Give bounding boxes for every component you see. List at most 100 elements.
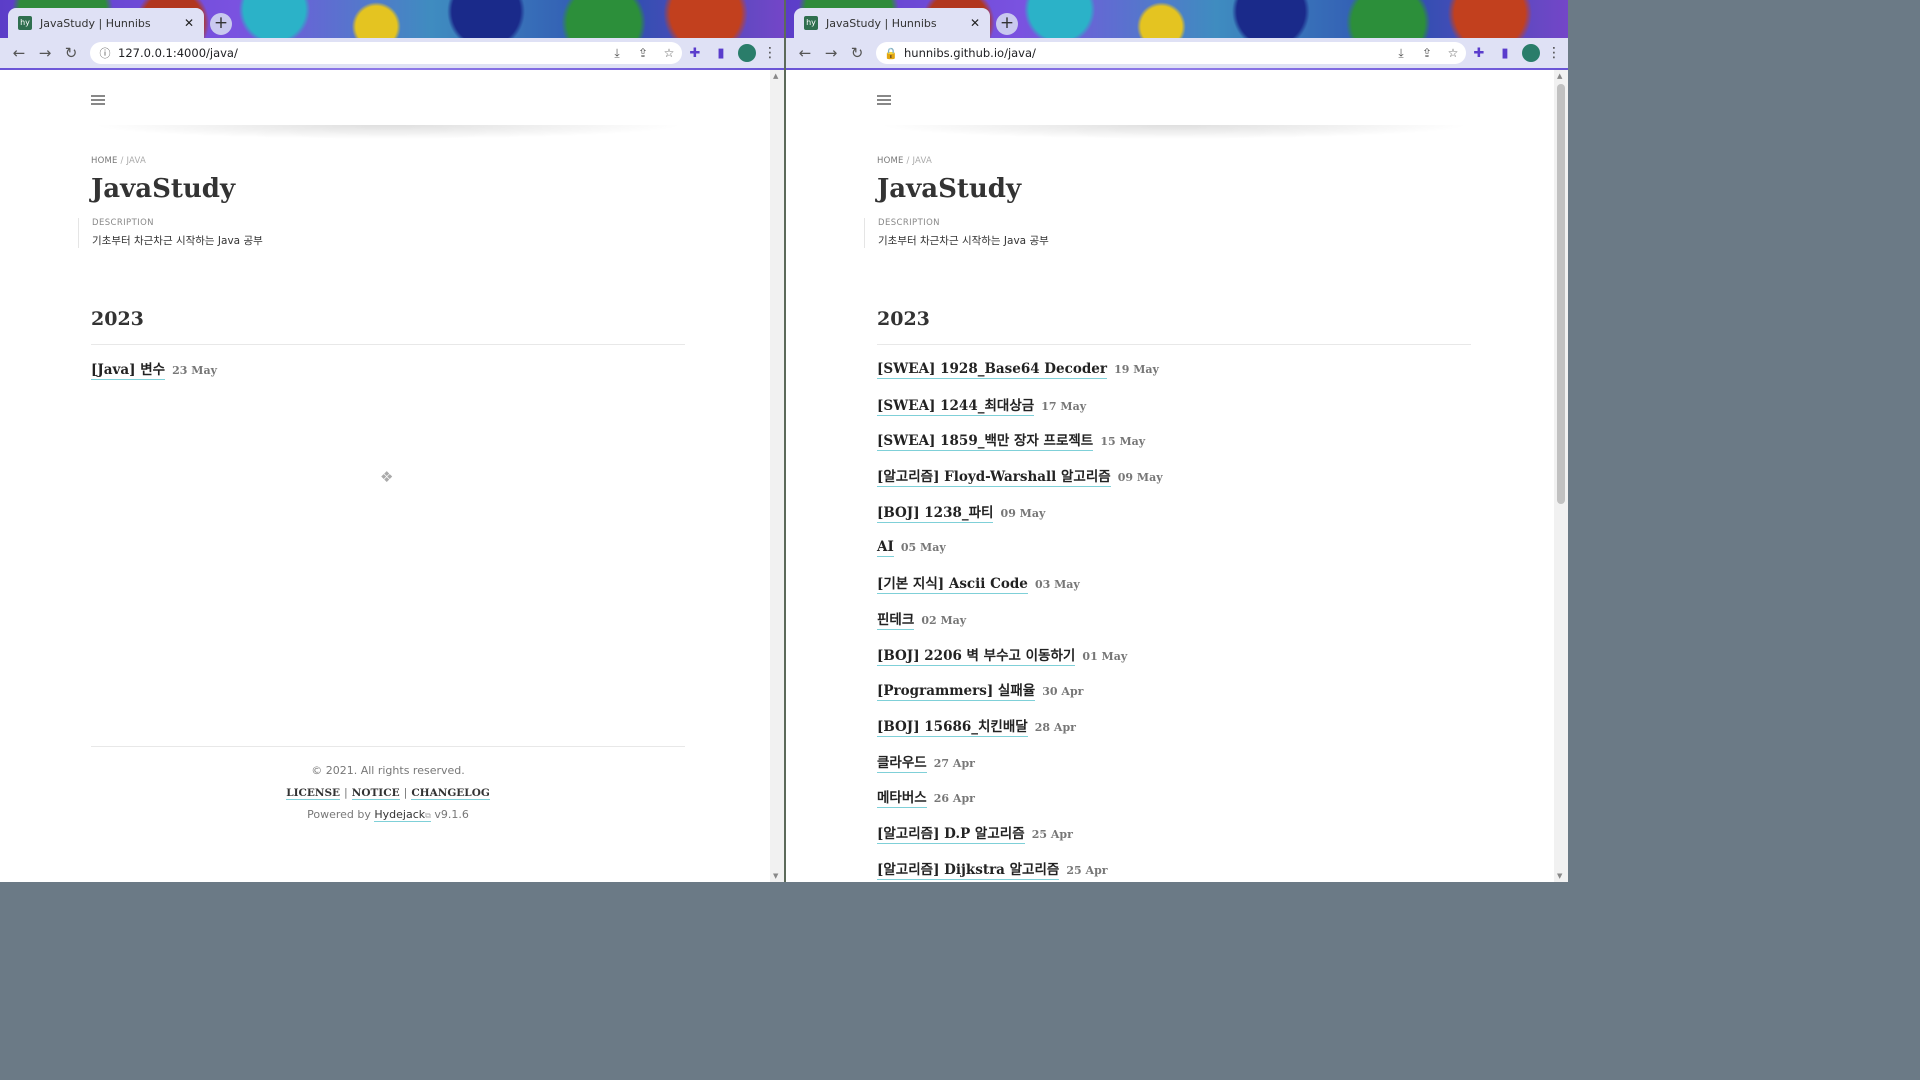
install-icon[interactable]: ⤓ [604,46,630,61]
extensions-icon[interactable]: ✚ [1466,46,1492,61]
license-link[interactable]: LICENSE [286,787,341,800]
post-link[interactable]: AI [877,539,894,558]
header-shadow [877,125,1471,139]
post-link[interactable]: [BOJ] 1238_파티 [877,504,994,523]
post-date: 30 Apr [1042,685,1084,699]
changelog-link[interactable]: CHANGELOG [411,787,490,800]
bookmark-star-icon[interactable]: ☆ [656,46,682,60]
site-info-icon[interactable]: ⓘ [98,45,112,61]
loading-icon: ❖ [380,468,394,486]
hydejack-link-text[interactable]: Hydejack [374,808,425,821]
close-tab-icon[interactable]: ✕ [966,16,984,30]
post-item: [Programmers] 실패율 30 Apr [877,679,1163,715]
install-icon[interactable]: ⤓ [1388,46,1414,61]
post-link[interactable]: [Java] 변수 [91,362,166,380]
back-icon[interactable]: ← [792,44,818,62]
post-item: 클라우드 27 Apr [877,751,1163,787]
breadcrumb-home[interactable]: HOME [877,156,904,166]
new-tab-button[interactable]: + [210,13,232,35]
breadcrumb-current: JAVA [912,156,932,166]
scroll-down-arrow-icon[interactable]: ▼ [1557,872,1562,880]
breadcrumb: HOME / JAVA [877,156,932,166]
post-link[interactable]: [SWEA] 1859_백만 장자 프로젝트 [877,433,1094,452]
post-link[interactable]: [BOJ] 2206 벽 부수고 이동하기 [877,647,1076,666]
reload-icon[interactable]: ↻ [58,44,84,62]
browser-toolbar: ← → ↻ 🔒 hunnibs.github.io/java/ ⤓ ⇪ ☆ ✚ … [786,38,1568,68]
page-scrollbar[interactable]: ▲ ▼ [1554,70,1568,882]
browser-menu-icon[interactable]: ⋮ [1544,45,1564,61]
post-link[interactable]: [알고리즘] Floyd-Warshall 알고리즘 [877,469,1111,488]
post-date: 15 May [1100,435,1146,449]
sidebar-icon[interactable]: ▮ [708,46,734,61]
post-link[interactable]: [알고리즘] Dijkstra 알고리즘 [877,861,1060,880]
forward-icon[interactable]: → [818,44,844,62]
new-tab-button[interactable]: + [996,13,1018,35]
post-link[interactable]: [Programmers] 실패율 [877,683,1036,702]
tab-title: JavaStudy | Hunnibs [40,16,151,30]
post-date: 25 Apr [1031,827,1073,841]
scroll-down-arrow-icon[interactable]: ▼ [773,872,778,880]
bookmark-star-icon[interactable]: ☆ [1440,46,1466,60]
browser-tab[interactable]: hy JavaStudy | Hunnibs ✕ [8,8,204,38]
scroll-up-arrow-icon[interactable]: ▲ [1557,72,1562,80]
description-label: DESCRIPTION [92,218,154,228]
page-content: HOME / JAVA JavaStudy DESCRIPTION 기초부터 차… [0,70,770,882]
page-scrollbar[interactable]: ▲ ▼ [770,70,784,882]
hydejack-link[interactable]: Hydejack⧉ [374,808,431,822]
share-icon[interactable]: ⇪ [1414,46,1440,60]
browser-menu-icon[interactable]: ⋮ [760,45,780,61]
title-bar: hy JavaStudy | Hunnibs ✕ + [0,0,784,38]
copyright-text: © 2021. All rights reserved. [311,764,465,777]
post-link[interactable]: [SWEA] 1244_최대상금 [877,397,1035,416]
post-item: [Java] 변수 23 May [91,358,217,394]
notice-link[interactable]: NOTICE [351,787,400,800]
tab-title: JavaStudy | Hunnibs [826,16,937,30]
breadcrumb: HOME / JAVA [91,156,146,166]
share-icon[interactable]: ⇪ [630,46,656,60]
footer-links: LICENSE | NOTICE | CHANGELOG [91,786,685,800]
version-text: v9.1.6 [434,808,469,821]
scroll-up-arrow-icon[interactable]: ▲ [773,72,778,80]
external-link-icon: ⧉ [425,811,431,820]
post-link[interactable]: [알고리즘] D.P 알고리즘 [877,825,1025,844]
post-item: 메타버스 26 Apr [877,786,1163,822]
post-link[interactable]: 핀테크 [877,611,915,630]
hamburger-menu-icon[interactable] [91,95,105,107]
scrollbar-thumb[interactable] [1557,84,1565,504]
reload-icon[interactable]: ↻ [844,44,870,62]
back-icon[interactable]: ← [6,44,32,62]
page-title: JavaStudy [877,174,1022,204]
forward-icon[interactable]: → [32,44,58,62]
browser-tab[interactable]: hy JavaStudy | Hunnibs ✕ [794,8,990,38]
post-date: 02 May [921,613,967,627]
browser-window-right: hy JavaStudy | Hunnibs ✕ + ← → ↻ 🔒 hunni… [786,0,1568,882]
breadcrumb-separator: / [906,156,910,166]
profile-avatar[interactable] [1522,44,1540,62]
post-item: AI 05 May [877,536,1163,572]
post-link[interactable]: [BOJ] 15686_치킨배달 [877,718,1028,737]
page-title: JavaStudy [91,174,236,204]
post-link[interactable]: [SWEA] 1928_Base64 Decoder [877,361,1107,379]
address-bar[interactable]: 🔒 hunnibs.github.io/java/ ⤓ ⇪ ☆ [876,42,1466,64]
profile-avatar[interactable] [738,44,756,62]
hamburger-menu-icon[interactable] [877,95,891,107]
breadcrumb-home[interactable]: HOME [91,156,118,166]
url-text[interactable]: hunnibs.github.io/java/ [904,46,1388,60]
footer: © 2021. All rights reserved. LICENSE | NOT… [91,764,685,822]
url-text[interactable]: 127.0.0.1:4000/java/ [118,46,604,60]
post-list: [Java] 변수 23 May [91,358,217,394]
footer-link-separator: | [403,786,408,799]
post-link[interactable]: [기본 지식] Ascii Code [877,576,1028,595]
post-link[interactable]: 클라우드 [877,754,927,773]
post-item: [알고리즘] D.P 알고리즘 25 Apr [877,822,1163,858]
sidebar-icon[interactable]: ▮ [1492,46,1518,61]
lock-icon[interactable]: 🔒 [884,47,898,60]
post-date: 19 May [1114,363,1159,376]
close-tab-icon[interactable]: ✕ [180,16,198,30]
extensions-icon[interactable]: ✚ [682,46,708,61]
post-link[interactable]: 메타버스 [877,790,927,809]
powered-by: Powered by Hydejack⧉ v9.1.6 [91,808,685,822]
page-content: HOME / JAVA JavaStudy DESCRIPTION 기초부터 차… [786,70,1554,882]
post-date: 23 May [172,364,217,377]
address-bar[interactable]: ⓘ 127.0.0.1:4000/java/ ⤓ ⇪ ☆ [90,42,682,64]
